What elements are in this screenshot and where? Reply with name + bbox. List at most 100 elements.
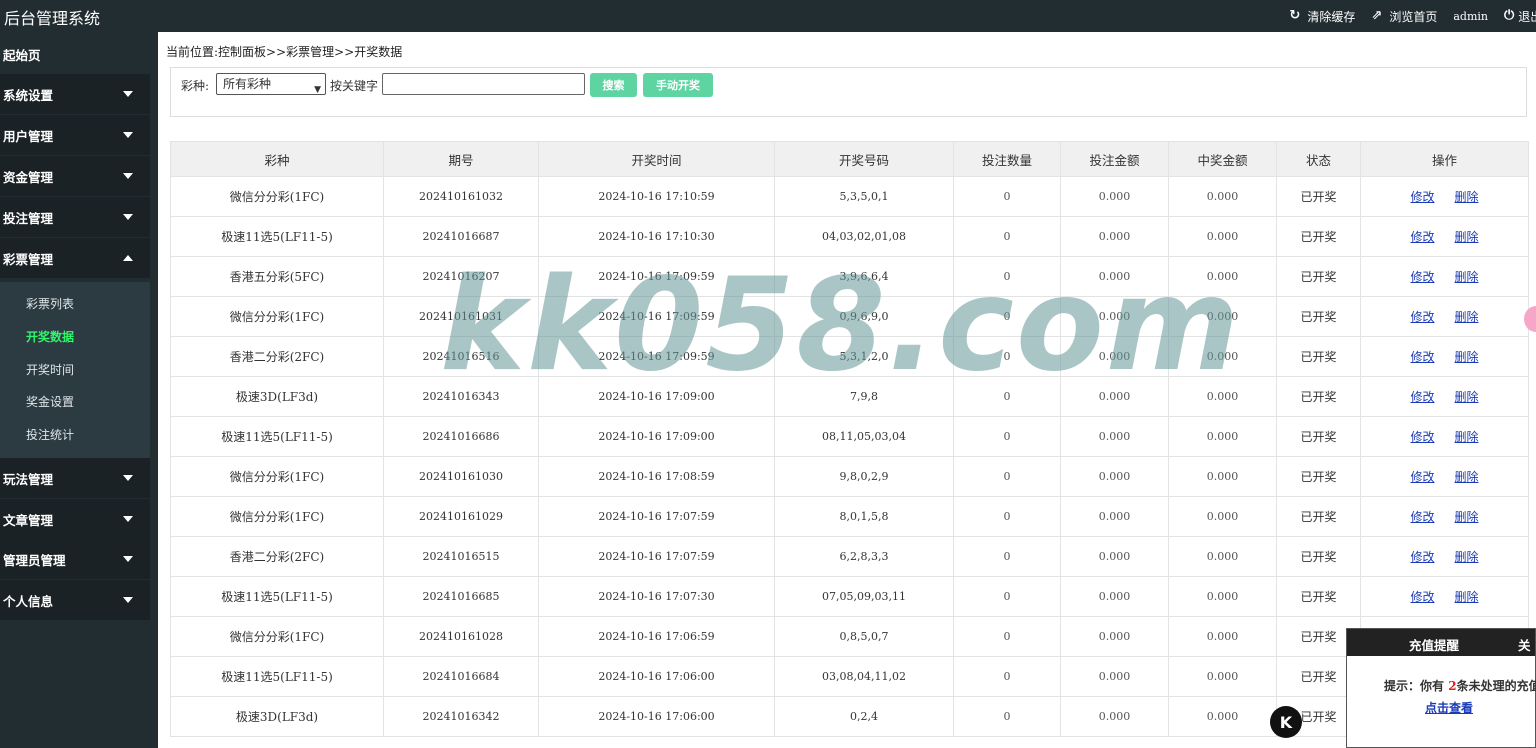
submenu-item-bet-statistics[interactable]: 投注统计 [26,426,74,443]
submenu-item-lottery-list[interactable]: 彩票列表 [26,295,74,312]
issue-number-cell: 20241016686 [383,416,539,457]
sidebar-item-admins[interactable]: 管理员管理 [0,539,150,579]
status-cell: 已开奖 [1276,416,1361,457]
edit-link[interactable]: 修改 [1410,510,1434,524]
delete-link[interactable]: 删除 [1455,310,1479,324]
edit-link[interactable]: 修改 [1410,390,1434,404]
submenu-item-draw-time[interactable]: 开奖时间 [26,361,74,378]
sidebar-item-bets[interactable]: 投注管理 [0,197,150,237]
edit-link[interactable]: 修改 [1410,350,1434,364]
refresh-icon: ↻ [1289,8,1301,23]
edit-link[interactable]: 修改 [1410,470,1434,484]
lottery-type-cell: 极速11选5(LF11-5) [170,656,384,697]
edit-link[interactable]: 修改 [1410,590,1434,604]
bet-amount-cell: 0.000 [1060,576,1169,617]
submenu-item-draw-data[interactable]: 开奖数据 [26,328,74,345]
search-button[interactable]: 搜索 [590,73,637,97]
bet-count-cell: 0 [953,176,1061,217]
actions-cell: 修改 删除 [1360,336,1529,377]
edit-link[interactable]: 修改 [1410,310,1434,324]
bet-count-cell: 0 [953,216,1061,257]
bet-count-cell: 0 [953,256,1061,297]
bet-count-cell: 0 [953,616,1061,657]
draw-numbers-cell: 03,08,04,11,02 [774,656,954,697]
floating-k-badge-icon[interactable]: K [1270,706,1302,738]
sidebar-item-users[interactable]: 用户管理 [0,115,150,155]
issue-number-cell: 20241016685 [383,576,539,617]
win-amount-cell: 0.000 [1168,576,1277,617]
lottery-type-select[interactable]: 所有彩种 ▼ [216,73,326,95]
delete-link[interactable]: 删除 [1455,390,1479,404]
draw-time-cell: 2024-10-16 17:07:59 [538,536,775,577]
bet-count-cell: 0 [953,496,1061,537]
edit-link[interactable]: 修改 [1410,550,1434,564]
lottery-submenu: 彩票列表 开奖数据 开奖时间 奖金设置 投注统计 [0,282,150,458]
delete-link[interactable]: 删除 [1455,550,1479,564]
delete-link[interactable]: 删除 [1455,230,1479,244]
popup-view-link[interactable]: 点击查看 [1425,699,1473,716]
delete-link[interactable]: 删除 [1455,270,1479,284]
manual-draw-button[interactable]: 手动开奖 [643,73,713,97]
status-cell: 已开奖 [1276,336,1361,377]
edit-link[interactable]: 修改 [1410,230,1434,244]
issue-number-cell: 202410161029 [383,496,539,537]
sidebar-item-start[interactable]: 起始页 [0,34,150,74]
table-row: 香港二分彩(2FC) 20241016516 2024-10-16 17:09:59… [170,336,1529,377]
draw-numbers-cell: 6,2,8,3,3 [774,536,954,577]
user-name[interactable]: admin [1453,10,1488,23]
delete-link[interactable]: 删除 [1455,430,1479,444]
caret-down-icon [123,214,133,220]
actions-cell: 修改 删除 [1360,496,1529,537]
sidebar-item-articles[interactable]: 文章管理 [0,499,150,539]
win-amount-cell: 0.000 [1168,536,1277,577]
delete-link[interactable]: 删除 [1455,190,1479,204]
browse-home-button[interactable]: ⇗ 浏览首页 [1371,8,1437,25]
delete-link[interactable]: 删除 [1455,350,1479,364]
delete-link[interactable]: 删除 [1455,510,1479,524]
chevron-down-icon: ▼ [314,85,321,95]
draw-time-cell: 2024-10-16 17:09:59 [538,296,775,337]
win-amount-cell: 0.000 [1168,416,1277,457]
bet-amount-cell: 0.000 [1060,296,1169,337]
edit-link[interactable]: 修改 [1410,430,1434,444]
submenu-item-prize-settings[interactable]: 奖金设置 [26,393,74,410]
actions-cell: 修改 删除 [1360,256,1529,297]
lottery-type-cell: 极速11选5(LF11-5) [170,216,384,257]
draw-numbers-cell: 0,2,4 [774,696,954,737]
actions-cell: 修改 删除 [1360,576,1529,617]
top-bar: 后台管理系统 ↻ 清除缓存 ⇗ 浏览首页 admin ⏻ 退出 [0,0,1536,32]
clear-cache-button[interactable]: ↻ 清除缓存 [1289,8,1355,25]
edit-link[interactable]: 修改 [1410,190,1434,204]
sidebar-item-label: 用户管理 [3,128,54,144]
table-row: 极速11选5(LF11-5) 20241016687 2024-10-16 17:1… [170,216,1529,257]
lottery-type-cell: 微信分分彩(1FC) [170,456,384,497]
logout-button[interactable]: ⏻ 退出 [1504,8,1536,25]
bet-amount-cell: 0.000 [1060,216,1169,257]
draw-numbers-cell: 08,11,05,03,04 [774,416,954,457]
sidebar-item-lottery[interactable]: 彩票管理 [0,238,150,278]
win-amount-cell: 0.000 [1168,376,1277,417]
actions-cell: 修改 删除 [1360,536,1529,577]
bet-amount-cell: 0.000 [1060,696,1169,737]
sidebar-item-funds[interactable]: 资金管理 [0,156,150,196]
keyword-input[interactable] [382,73,585,95]
issue-number-cell: 20241016684 [383,656,539,697]
table-row: 极速3D(LF3d) 20241016343 2024-10-16 17:09:00… [170,376,1529,417]
browse-home-label: 浏览首页 [1389,9,1438,24]
popup-close-button[interactable]: 关闭 [1518,635,1535,673]
sidebar-item-profile[interactable]: 个人信息 [0,580,150,620]
delete-link[interactable]: 删除 [1455,590,1479,604]
draw-time-cell: 2024-10-16 17:08:59 [538,456,775,497]
table-body: 微信分分彩(1FC) 202410161032 2024-10-16 17:10:5… [170,176,1529,737]
sidebar-item-gameplay[interactable]: 玩法管理 [0,458,150,498]
table-row: 微信分分彩(1FC) 202410161029 2024-10-16 17:07:5… [170,496,1529,537]
win-amount-cell: 0.000 [1168,336,1277,377]
edit-link[interactable]: 修改 [1410,270,1434,284]
sidebar-item-system-settings[interactable]: 系统设置 [0,74,150,114]
delete-link[interactable]: 删除 [1455,470,1479,484]
bet-count-cell: 0 [953,296,1061,337]
caret-up-icon [123,255,133,261]
table-row: 极速11选5(LF11-5) 20241016686 2024-10-16 17:0… [170,416,1529,457]
issue-number-cell: 20241016207 [383,256,539,297]
draw-numbers-cell: 3,9,6,6,4 [774,256,954,297]
